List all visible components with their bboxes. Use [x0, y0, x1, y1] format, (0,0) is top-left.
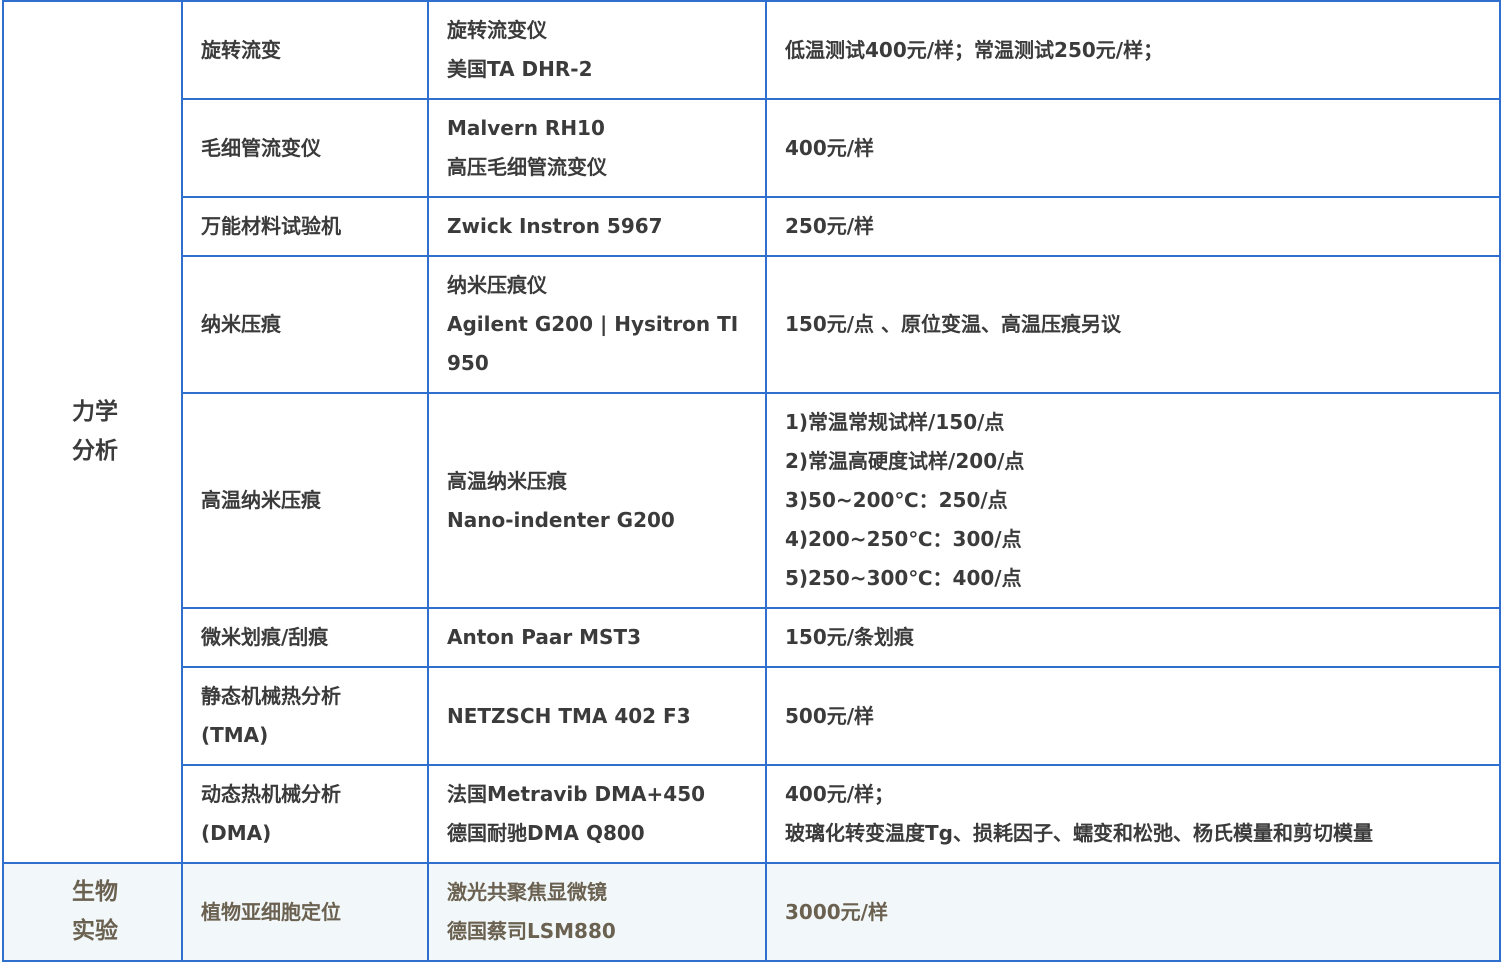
item-cell: 微米划痕/刮痕 — [181, 607, 429, 668]
item-label: 万能材料试验机 — [201, 214, 341, 238]
category-label: 分析 — [72, 438, 118, 464]
item-label: (TMA) — [201, 723, 269, 747]
instrument-line: 950 — [447, 351, 489, 375]
table-row: 纳米压痕 纳米压痕仪 Agilent G200 | Hysitron TI 95… — [3, 255, 1501, 394]
price-line: 2)常温高硬度试样/200/点 — [785, 449, 1025, 473]
price-line: 4)200~250℃：300/点 — [785, 527, 1022, 551]
instrument-cell: 法国Metravib DMA+450 德国耐驰DMA Q800 — [427, 764, 767, 864]
instrument-line: Anton Paar MST3 — [447, 625, 642, 649]
instrument-line: 德国耐驰DMA Q800 — [447, 821, 645, 845]
category-label: 生物 — [72, 879, 118, 905]
category-cell: 力学 分析 — [2, 0, 183, 864]
item-label: 旋转流变 — [201, 37, 281, 62]
item-cell: 纳米压痕 — [181, 255, 429, 394]
instrument-cell: Anton Paar MST3 — [427, 607, 767, 668]
item-label: 植物亚细胞定位 — [201, 899, 341, 924]
table-row: 力学 分析 旋转流变 旋转流变仪 美国TA DHR-2 低温测试400元/样；常… — [2, 0, 1501, 864]
item-label: 高温纳米压痕 — [201, 488, 321, 512]
price-cell: 500元/样 — [765, 666, 1501, 766]
instrument-line: 高压毛细管流变仪 — [447, 155, 607, 179]
price-cell: 150元/条划痕 — [765, 607, 1501, 668]
table-row: 毛细管流变仪 Malvern RH10 高压毛细管流变仪 400元/样 — [3, 98, 1501, 198]
price-cell: 400元/样 — [765, 98, 1501, 198]
category-label: 实验 — [72, 918, 118, 944]
item-label: 微米划痕/刮痕 — [201, 625, 329, 649]
instrument-line: 旋转流变仪 — [447, 18, 547, 42]
instrument-line: 高温纳米压痕 — [447, 468, 567, 493]
table-row: 生物 实验 植物亚细胞定位 激光共聚焦显微镜 德国蔡司LSM880 3000元/… — [2, 862, 1501, 962]
table-row: 高温纳米压痕 高温纳米压痕 Nano-indenter G200 1)常温常规试… — [3, 392, 1501, 609]
price-line: 500元/样 — [785, 703, 875, 728]
price-line: 250元/样 — [785, 214, 875, 238]
price-cell: 250元/样 — [765, 196, 1501, 257]
price-line: 150元/条划痕 — [785, 625, 915, 649]
price-line: 5)250~300℃：400/点 — [785, 566, 1022, 590]
item-cell: 毛细管流变仪 — [181, 98, 429, 198]
instrument-cell: 激光共聚焦显微镜 德国蔡司LSM880 — [427, 862, 767, 962]
item-cell: 动态热机械分析 (DMA) — [181, 764, 429, 864]
instrument-cell: NETZSCH TMA 402 F3 — [427, 666, 767, 766]
price-line: 400元/样； — [785, 782, 895, 806]
instrument-cell: 旋转流变仪 美国TA DHR-2 — [427, 0, 767, 100]
table-row: 万能材料试验机 Zwick Instron 5967 250元/样 — [3, 196, 1501, 257]
instrument-cell: 高温纳米压痕 Nano-indenter G200 — [427, 392, 767, 609]
price-line: 3)50~200℃：250/点 — [785, 488, 1008, 512]
item-cell: 高温纳米压痕 — [181, 392, 429, 609]
price-line: 玻璃化转变温度Tg、损耗因子、蠕变和松弛、杨氏模量和剪切模量 — [785, 821, 1373, 845]
category-label: 力学 — [72, 399, 118, 425]
price-line: 1)常温常规试样/150/点 — [785, 410, 1005, 434]
price-line: 150元/点 、原位变温、高温压痕另议 — [785, 312, 1122, 336]
price-cell: 低温测试400元/样；常温测试250元/样； — [765, 0, 1501, 100]
instrument-line: Malvern RH10 — [447, 116, 605, 140]
price-table: 力学 分析 旋转流变 旋转流变仪 美国TA DHR-2 低温测试400元/样；常… — [2, 0, 1501, 962]
instrument-line: 德国蔡司LSM880 — [447, 919, 616, 943]
instrument-line: 激光共聚焦显微镜 — [447, 880, 607, 904]
price-line: 低温测试400元/样；常温测试250元/样； — [785, 37, 1164, 62]
table-row: 静态机械热分析 (TMA) NETZSCH TMA 402 F3 500元/样 — [3, 666, 1501, 766]
price-cell: 1)常温常规试样/150/点 2)常温高硬度试样/200/点 3)50~200℃… — [765, 392, 1501, 609]
instrument-cell: Zwick Instron 5967 — [427, 196, 767, 257]
instrument-cell: Malvern RH10 高压毛细管流变仪 — [427, 98, 767, 198]
instrument-cell: 纳米压痕仪 Agilent G200 | Hysitron TI 950 — [427, 255, 767, 394]
instrument-line: Zwick Instron 5967 — [447, 214, 663, 238]
price-cell: 400元/样； 玻璃化转变温度Tg、损耗因子、蠕变和松弛、杨氏模量和剪切模量 — [765, 764, 1501, 864]
instrument-line: NETZSCH TMA 402 F3 — [447, 703, 691, 728]
table-row: 动态热机械分析 (DMA) 法国Metravib DMA+450 德国耐驰DMA… — [3, 764, 1501, 864]
instrument-line: 纳米压痕仪 — [447, 273, 547, 297]
table-row: 微米划痕/刮痕 Anton Paar MST3 150元/条划痕 — [3, 607, 1501, 668]
instrument-line: 美国TA DHR-2 — [447, 57, 593, 81]
instrument-line: Agilent G200 | Hysitron TI — [447, 312, 739, 336]
price-line: 400元/样 — [785, 135, 875, 160]
category-cell: 生物 实验 — [2, 862, 183, 962]
item-label: 静态机械热分析 — [201, 684, 341, 708]
item-cell: 万能材料试验机 — [181, 196, 429, 257]
item-label: 毛细管流变仪 — [201, 135, 321, 160]
instrument-line: Nano-indenter G200 — [447, 507, 675, 532]
item-cell: 旋转流变 — [181, 0, 429, 100]
price-cell: 150元/点 、原位变温、高温压痕另议 — [765, 255, 1501, 394]
item-cell: 静态机械热分析 (TMA) — [181, 666, 429, 766]
item-label: (DMA) — [201, 821, 272, 845]
item-label: 纳米压痕 — [201, 312, 281, 336]
price-line: 3000元/样 — [785, 899, 888, 924]
instrument-line: 法国Metravib DMA+450 — [447, 782, 706, 806]
item-label: 动态热机械分析 — [201, 782, 341, 806]
price-cell: 3000元/样 — [765, 862, 1501, 962]
item-cell: 植物亚细胞定位 — [181, 862, 429, 962]
